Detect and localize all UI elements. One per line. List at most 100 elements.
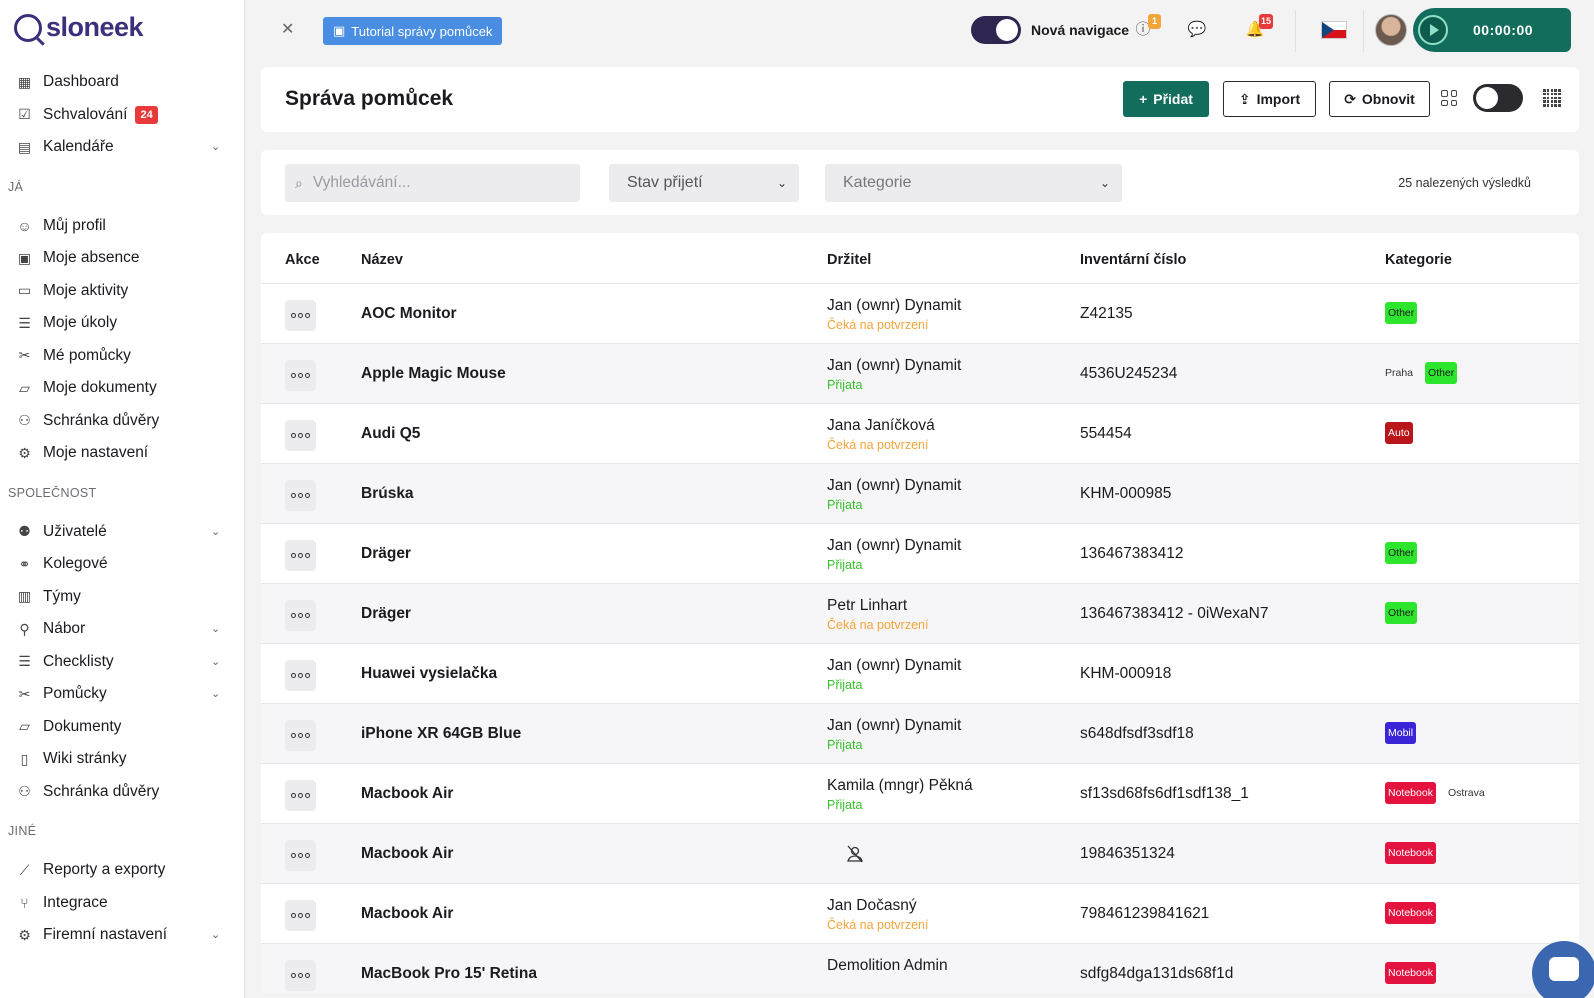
sidebar-item[interactable]: ⚙ Moje nastavení [0,437,245,470]
chevron-down-icon[interactable]: ⌄ [211,525,223,538]
item-name[interactable]: Apple Magic Mouse [361,365,506,383]
table-row[interactable]: Huawei vysielačka Jan (ownr) Dynamit Přija… [261,643,1579,704]
table-row[interactable]: Dräger Jan (ownr) Dynamit Přijata 136467383… [261,523,1579,584]
chevron-down-icon[interactable]: ⌄ [211,687,223,700]
col-inventory[interactable]: Inventární číslo [1080,252,1186,268]
table-row[interactable]: Audi Q5 Jana Janíčková Čeká na potvrzení 55… [261,403,1579,464]
no-holder-icon [847,845,863,863]
table-row[interactable]: AOC Monitor Jan (ownr) Dynamit Čeká na pot… [261,283,1579,344]
play-icon[interactable] [1418,15,1448,45]
category-cell: Notebook [1385,962,1436,984]
item-name[interactable]: Dräger [361,605,411,623]
sidebar-item[interactable]: ▱ Dokumenty [0,711,245,744]
table-view-icon[interactable] [1543,89,1561,107]
sidebar-item[interactable]: ☰ Moje úkoly [0,307,245,340]
table-header: Akce Název Držitel Inventární číslo Kate… [261,233,1579,285]
item-name[interactable]: MacBook Pro 15' Retina [361,965,537,983]
table-row[interactable]: iPhone XR 64GB Blue Jan (ownr) Dynamit Při… [261,703,1579,764]
item-name[interactable]: Brúska [361,485,414,503]
row-actions-button[interactable] [285,780,316,811]
sidebar-item[interactable]: ⟋ Reporty a exporty [0,854,245,887]
view-toggle[interactable] [1473,84,1523,112]
item-holder: Jan (ownr) Dynamit [827,297,962,314]
chevron-down-icon[interactable]: ⌄ [211,622,223,635]
chevron-down-icon[interactable]: ⌄ [211,928,223,941]
category-tag: Other [1385,602,1418,624]
row-actions-button[interactable] [285,600,316,631]
row-actions-button[interactable] [285,540,316,571]
sidebar-item[interactable]: ☑ Schvalování 24 [0,99,245,132]
row-actions-button[interactable] [285,420,316,451]
sidebar-item[interactable]: ⚇ Schránka důvěry [0,405,245,438]
sidebar-item[interactable]: ☰ Checklisty ⌄ [0,646,245,679]
item-name[interactable]: Macbook Air [361,905,453,923]
chevron-down-icon[interactable]: ⌄ [211,140,223,153]
czech-flag-icon[interactable] [1321,21,1347,39]
sidebar-item[interactable]: ▣ Moje absence [0,242,245,275]
sidebar-item[interactable]: ⚭ Kolegové [0,548,245,581]
col-holder[interactable]: Držitel [827,252,871,268]
table-row[interactable]: Dräger Petr Linhart Čeká na potvrzení 13646… [261,583,1579,644]
chat-icon[interactable]: 💬 [1187,20,1207,40]
avatar[interactable] [1375,14,1407,46]
row-actions-button[interactable] [285,960,316,991]
item-name[interactable]: AOC Monitor [361,305,457,323]
sidebar-item[interactable]: ▱ Moje dokumenty [0,372,245,405]
support-chat-icon[interactable] [1532,941,1594,998]
sidebar-item[interactable]: ✂ Mé pomůcky [0,340,245,373]
card-view-icon[interactable] [1441,90,1457,106]
chevron-down-icon[interactable]: ⌄ [211,655,223,668]
logo[interactable]: sloneek [14,12,144,43]
sidebar-item[interactable]: ▭ Moje aktivity [0,275,245,308]
add-button[interactable]: + Přidat [1123,81,1209,117]
table-row[interactable]: Macbook Air 19846351324 Notebook [261,823,1579,884]
col-category[interactable]: Kategorie [1385,252,1452,268]
item-name[interactable]: Macbook Air [361,785,453,803]
sidebar-item[interactable]: ▥ Týmy [0,581,245,614]
refresh-button[interactable]: ⟳ Obnovit [1329,81,1430,117]
import-button[interactable]: ⇪ Import [1223,81,1316,117]
logo-text: sloneek [46,12,144,42]
status-select[interactable]: Stav přijetí ⌄ [609,164,799,202]
category-cell: Notebook [1385,902,1436,924]
item-name[interactable]: Dräger [361,545,411,563]
category-tag: Other [1385,542,1418,564]
item-name[interactable]: Audi Q5 [361,425,420,443]
new-navigation-toggle[interactable] [971,16,1021,44]
row-actions-button[interactable] [285,720,316,751]
row-actions-button[interactable] [285,840,316,871]
item-name[interactable]: iPhone XR 64GB Blue [361,725,521,743]
row-actions-button[interactable] [285,480,316,511]
sidebar-item[interactable]: ⚇ Schránka důvěry [0,776,245,809]
location-label: Ostrava [1447,787,1485,799]
refresh-button-label: Obnovit [1361,91,1415,107]
table-row[interactable]: Brúska Jan (ownr) Dynamit Přijata KHM-00098… [261,463,1579,524]
chevron-down-icon: ⌄ [1099,176,1110,190]
table-row[interactable]: MacBook Pro 15' Retina Demolition Admin sd… [261,943,1579,993]
sidebar-item[interactable]: ⚲ Nábor ⌄ [0,613,245,646]
sidebar-item[interactable]: ⚉ Uživatelé ⌄ [0,516,245,549]
row-actions-button[interactable] [285,660,316,691]
table-row[interactable]: Apple Magic Mouse Jan (ownr) Dynamit Přija… [261,343,1579,404]
sidebar-item[interactable]: ▯ Wiki stránky [0,743,245,776]
row-actions-button[interactable] [285,300,316,331]
sidebar-item[interactable]: ✂ Pomůcky ⌄ [0,678,245,711]
bell-icon[interactable]: 🔔 15 [1245,14,1273,40]
close-tutorial-icon[interactable]: ✕ [281,19,294,39]
sidebar-item[interactable]: ☺ Můj profil [0,210,245,243]
tutorial-button[interactable]: ▣ Tutorial správy pomůcek [323,17,503,45]
item-name[interactable]: Huawei vysielačka [361,665,497,683]
search-input[interactable] [312,174,553,192]
sidebar-item[interactable]: ▦ Dashboard [0,66,245,99]
sidebar-item[interactable]: ⚙ Firemní nastavení ⌄ [0,919,245,952]
table-row[interactable]: Macbook Air Kamila (mngr) Pěkná Přijata sf1… [261,763,1579,824]
item-name[interactable]: Macbook Air [361,845,453,863]
row-actions-button[interactable] [285,900,316,931]
row-actions-button[interactable] [285,360,316,391]
sidebar-item[interactable]: ⑂ Integrace [0,887,245,920]
col-name[interactable]: Název [361,252,403,268]
table-row[interactable]: Macbook Air Jan Dočasný Čeká na potvrzení 7… [261,883,1579,944]
sidebar-item[interactable]: ▤ Kalendáře ⌄ [0,131,245,164]
info-icon[interactable]: ⓘ 1 [1133,14,1161,40]
category-select[interactable]: Kategorie ⌄ [825,164,1122,202]
